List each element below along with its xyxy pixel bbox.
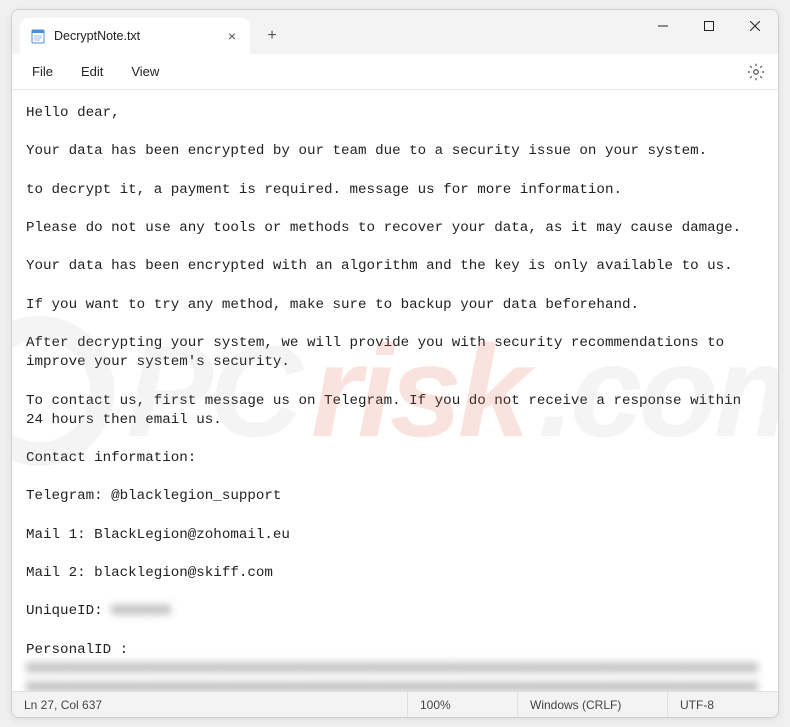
status-line-ending[interactable]: Windows (CRLF) — [518, 692, 668, 717]
minimize-button[interactable] — [640, 10, 686, 42]
uniqueid-label: UniqueID: — [26, 603, 111, 619]
note-line: Hello dear, — [26, 105, 120, 121]
note-line: To contact us, first message us on Teleg… — [26, 393, 750, 428]
note-text: Hello dear, Your data has been encrypted… — [26, 104, 764, 691]
note-line: Telegram: @blacklegion_support — [26, 488, 281, 504]
settings-button[interactable] — [744, 60, 768, 84]
close-button[interactable] — [732, 10, 778, 42]
note-line: to decrypt it, a payment is required. me… — [26, 182, 622, 198]
note-line: Mail 2: blacklegion@skiff.com — [26, 565, 273, 581]
note-line: Please do not use any tools or methods t… — [26, 220, 741, 236]
status-position[interactable]: Ln 27, Col 637 — [12, 692, 408, 717]
menu-view[interactable]: View — [119, 60, 171, 83]
note-line: Your data has been encrypted by our team… — [26, 143, 707, 159]
new-tab-button[interactable]: + — [256, 20, 288, 52]
status-encoding[interactable]: UTF-8 — [668, 692, 778, 717]
menu-file[interactable]: File — [20, 60, 65, 83]
note-line: Contact information: — [26, 450, 196, 466]
text-area[interactable]: PC risk .com Hello dear, Your data has b… — [12, 90, 778, 691]
menu-edit[interactable]: Edit — [69, 60, 115, 83]
tab-close-button[interactable]: × — [224, 28, 240, 44]
personalid-label: PersonalID : — [26, 642, 128, 658]
status-zoom[interactable]: 100% — [408, 692, 518, 717]
tab-title: DecryptNote.txt — [54, 29, 216, 43]
note-line: Mail 1: BlackLegion@zohomail.eu — [26, 527, 290, 543]
tab-active[interactable]: DecryptNote.txt × — [20, 18, 250, 54]
notepad-icon — [30, 28, 46, 44]
menubar: File Edit View — [12, 54, 778, 90]
titlebar: DecryptNote.txt × + — [12, 10, 778, 54]
note-line: If you want to try any method, make sure… — [26, 297, 639, 313]
note-line: After decrypting your system, we will pr… — [26, 335, 733, 370]
personalid-value: XXXXXXXXXXXXXXXXXXXXXXXXXXXXXXXXXXXXXXXX… — [26, 661, 758, 691]
statusbar: Ln 27, Col 637 100% Windows (CRLF) UTF-8 — [12, 691, 778, 717]
maximize-button[interactable] — [686, 10, 732, 42]
window-controls — [640, 10, 778, 54]
note-line: Your data has been encrypted with an alg… — [26, 258, 733, 274]
uniqueid-value: XXXXXXX — [111, 603, 171, 619]
notepad-window: DecryptNote.txt × + File Edit View — [11, 9, 779, 718]
